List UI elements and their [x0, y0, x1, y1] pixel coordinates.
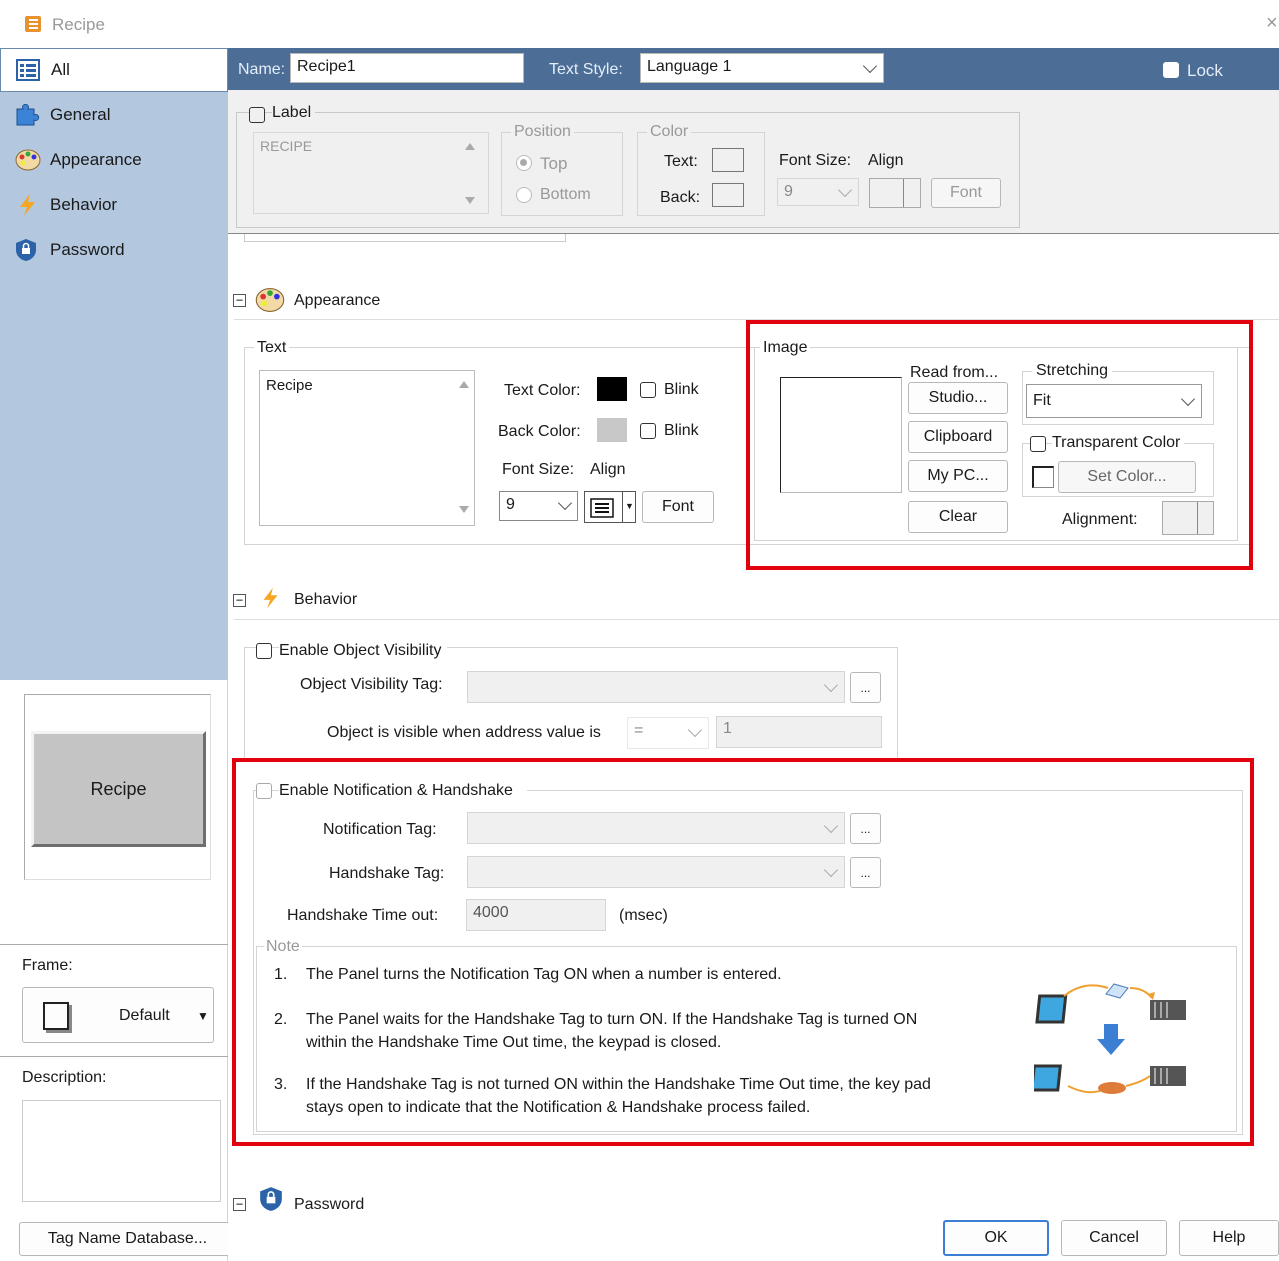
position-top-radio[interactable]: [516, 155, 532, 171]
chevron-down-icon: [862, 58, 878, 74]
frame-value: Default: [119, 1007, 170, 1024]
text-style-label: Text Style:: [549, 61, 623, 78]
frame-select[interactable]: Default ▼: [22, 987, 214, 1043]
label-font-button[interactable]: Font: [931, 178, 1001, 208]
back-color-swatch[interactable]: [597, 418, 627, 442]
help-button[interactable]: Help: [1179, 1220, 1279, 1256]
sidebar-item-appearance[interactable]: Appearance: [0, 138, 228, 182]
name-label: Name:: [238, 61, 286, 78]
highlight-notification-box: [232, 758, 1254, 1146]
ok-button[interactable]: OK: [943, 1220, 1049, 1256]
password-collapse-button[interactable]: −: [233, 1198, 246, 1211]
preview-frame: Recipe: [24, 694, 211, 880]
description-field[interactable]: [22, 1100, 221, 1202]
chevron-down-icon: [687, 722, 703, 738]
color-group: [637, 132, 765, 216]
lock-checkbox[interactable]: [1163, 62, 1179, 78]
behavior-collapse-button[interactable]: −: [233, 594, 246, 607]
sidebar-item-label: General: [50, 105, 111, 124]
label-text-color-swatch[interactable]: [712, 148, 744, 172]
scroll-up-icon[interactable]: [465, 143, 475, 150]
close-button[interactable]: ×: [1266, 12, 1278, 35]
chevron-down-icon: [823, 677, 839, 693]
enable-visibility-label: Enable Object Visibility: [279, 642, 448, 660]
align-center-icon: [590, 498, 614, 518]
cancel-button[interactable]: Cancel: [1061, 1220, 1167, 1256]
behavior-heading: Behavior: [294, 591, 358, 608]
text-style-select[interactable]: Language 1: [640, 53, 884, 83]
label-align-button[interactable]: [869, 178, 921, 208]
label-heading: Label: [272, 104, 316, 122]
recipe-icon: [25, 16, 41, 32]
lock-label: Lock: [1187, 61, 1223, 80]
label-font-size-select[interactable]: 9: [777, 178, 859, 206]
all-list-icon: [16, 59, 40, 81]
appearance-palette-icon: [255, 288, 285, 312]
align-select[interactable]: ▼: [584, 491, 636, 523]
appearance-collapse-button[interactable]: −: [233, 294, 246, 307]
chevron-down-icon: [837, 182, 853, 198]
name-input[interactable]: Recipe1: [290, 53, 524, 83]
sidebar-item-all[interactable]: All: [0, 48, 228, 92]
back-blink-checkbox[interactable]: [640, 423, 656, 439]
visibility-tag-browse-button[interactable]: ...: [850, 672, 881, 703]
scroll-down-icon[interactable]: [459, 506, 469, 513]
position-title: Position: [511, 123, 574, 141]
sidebar-item-label: Appearance: [50, 150, 142, 169]
behavior-lightning-icon: [263, 587, 278, 609]
sidebar-item-behavior[interactable]: Behavior: [0, 183, 228, 227]
scroll-up-icon[interactable]: [459, 381, 469, 388]
sidebar-item-label: Behavior: [50, 195, 118, 214]
position-bottom-radio[interactable]: [516, 187, 532, 203]
preview-panel: Recipe Frame: Default ▼ Description: Tag…: [0, 680, 236, 1261]
label-section: Label RECIPE Position Top Bottom Color T…: [228, 90, 1279, 234]
enable-visibility-checkbox[interactable]: [256, 643, 272, 659]
behavior-lightning-icon: [20, 194, 35, 216]
label-back-color-swatch[interactable]: [712, 183, 744, 207]
property-header: Name: Recipe1 Text Style: Language 1 Loc…: [228, 48, 1279, 90]
password-shield-icon: [260, 1187, 282, 1211]
font-button[interactable]: Font: [642, 491, 714, 523]
text-blink-checkbox[interactable]: [640, 382, 656, 398]
font-size-select[interactable]: 9: [499, 491, 578, 521]
general-puzzle-icon: [16, 103, 40, 126]
chevron-down-icon: [557, 495, 573, 511]
label-text-area[interactable]: RECIPE: [253, 132, 489, 214]
chevron-down-icon: ▼: [625, 501, 634, 511]
scroll-down-icon[interactable]: [465, 197, 475, 204]
sidebar-item-label: Password: [50, 240, 125, 259]
appearance-palette-icon: [15, 149, 41, 171]
compare-value-input[interactable]: 1: [716, 716, 882, 748]
appearance-heading: Appearance: [294, 292, 381, 309]
label-checkbox[interactable]: [249, 107, 265, 123]
sidebar-item-general[interactable]: General: [0, 93, 228, 137]
tag-name-database-button[interactable]: Tag Name Database...: [19, 1222, 236, 1256]
text-color-swatch[interactable]: [597, 377, 627, 401]
window-title: Recipe: [52, 15, 105, 34]
title-bar: Recipe ×: [0, 0, 1279, 48]
text-group-title: Text: [254, 339, 290, 357]
visibility-tag-select[interactable]: [467, 671, 845, 703]
sidebar: All General Appearance Behavior Password: [0, 48, 228, 680]
sidebar-item-password[interactable]: Password: [0, 228, 228, 272]
preview-button: Recipe: [31, 731, 206, 847]
color-title: Color: [647, 123, 692, 141]
frame-style-icon: [43, 1002, 69, 1030]
highlight-image-box: [746, 320, 1253, 570]
appearance-text-area[interactable]: Recipe: [259, 370, 475, 526]
frame-label: Frame:: [22, 957, 73, 974]
chevron-down-icon: ▼: [197, 1009, 209, 1023]
sidebar-item-label: All: [51, 60, 70, 79]
password-shield-icon: [16, 239, 36, 261]
description-label: Description:: [22, 1069, 107, 1086]
operator-select[interactable]: =: [627, 717, 709, 749]
